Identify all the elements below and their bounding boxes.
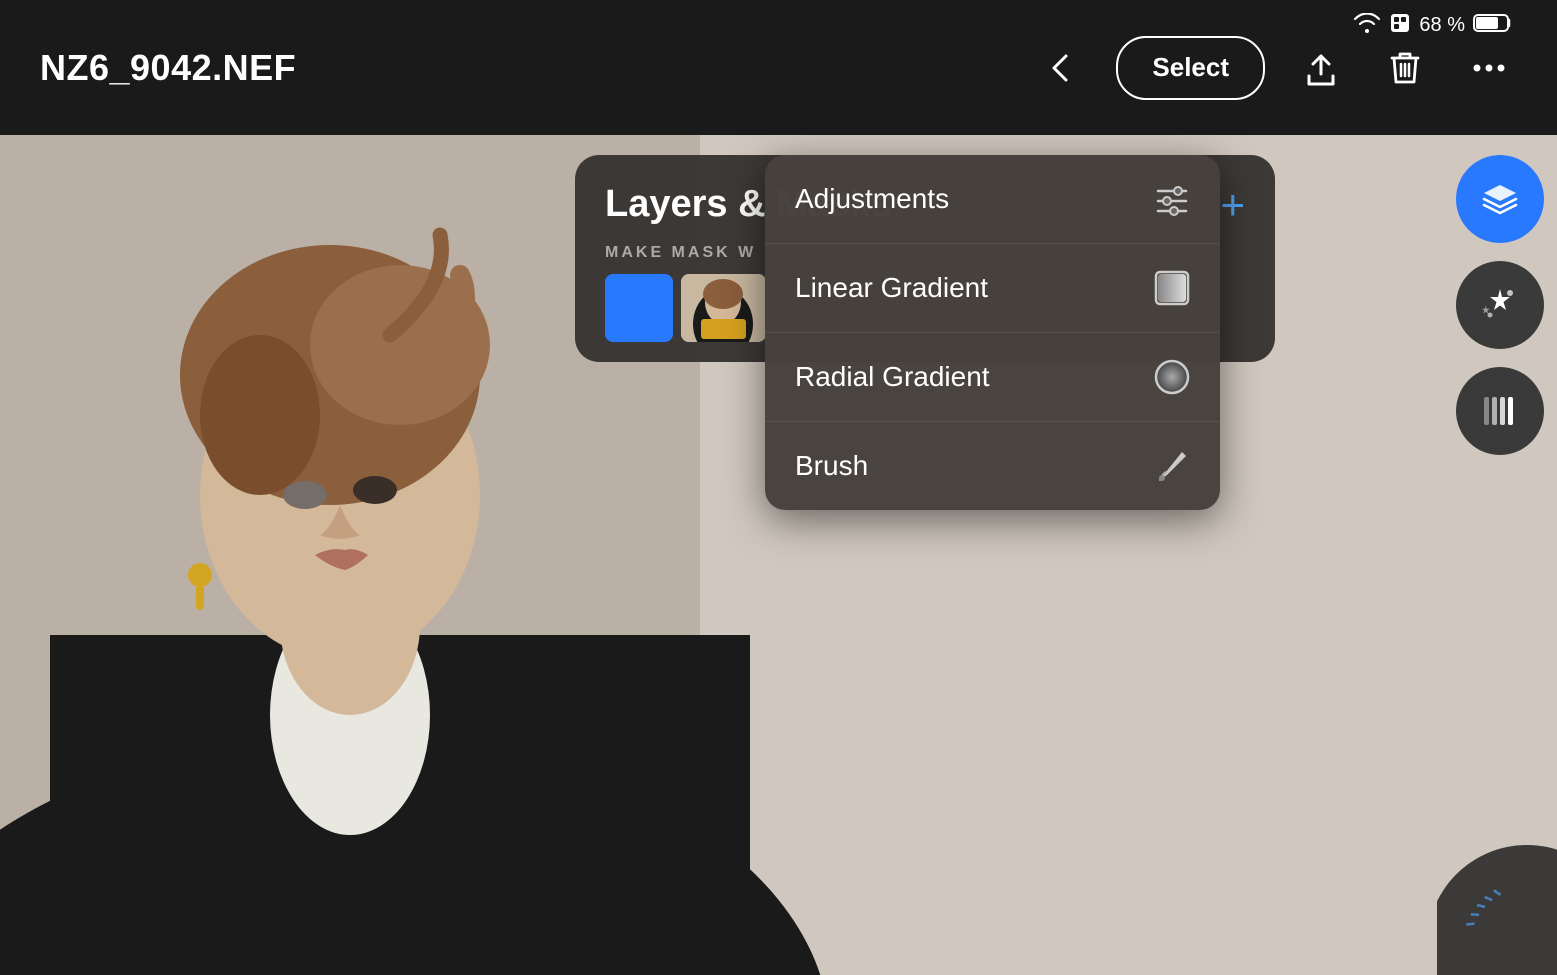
dial-control[interactable] (1437, 815, 1557, 975)
layer-thumb-photo[interactable] (681, 274, 766, 342)
battery-percent: 68 % (1419, 14, 1465, 37)
battery-icon (1473, 12, 1513, 39)
wifi-icon (1353, 13, 1381, 38)
right-sidebar (1442, 135, 1557, 975)
storage-icon (1389, 12, 1411, 39)
delete-button[interactable] (1377, 40, 1433, 96)
file-title: NZ6_9042.NEF (40, 47, 296, 89)
dropdown-item-adjustments[interactable]: Adjustments (765, 155, 1220, 244)
brush-label: Brush (795, 450, 868, 482)
layer-thumb-blue[interactable] (605, 274, 673, 342)
top-bar-actions: Select (1032, 36, 1517, 100)
dropdown-item-linear-gradient[interactable]: Linear Gradient (765, 244, 1220, 333)
more-button[interactable] (1461, 40, 1517, 96)
share-button[interactable] (1293, 40, 1349, 96)
dropdown-item-brush[interactable]: Brush (765, 422, 1220, 510)
adjustments-label: Adjustments (795, 183, 949, 215)
radial-gradient-icon (1154, 359, 1190, 395)
tone-curve-button[interactable] (1456, 367, 1544, 455)
ai-enhance-button[interactable] (1456, 261, 1544, 349)
select-button[interactable]: Select (1116, 36, 1265, 100)
layers-button[interactable] (1456, 155, 1544, 243)
make-mask-label: MAKE MASK W (605, 244, 756, 262)
linear-gradient-icon (1154, 270, 1190, 306)
top-bar: 68 % NZ6_9042.NEF Select (0, 0, 1557, 135)
radial-gradient-label: Radial Gradient (795, 361, 990, 393)
back-button[interactable] (1032, 40, 1088, 96)
brush-icon (1154, 448, 1190, 484)
dropdown-menu: Adjustments Linear Gradient (765, 155, 1220, 510)
dropdown-item-radial-gradient[interactable]: Radial Gradient (765, 333, 1220, 422)
layers-add-button[interactable]: + (1220, 184, 1245, 226)
linear-gradient-label: Linear Gradient (795, 272, 988, 304)
adjustments-icon (1154, 181, 1190, 217)
